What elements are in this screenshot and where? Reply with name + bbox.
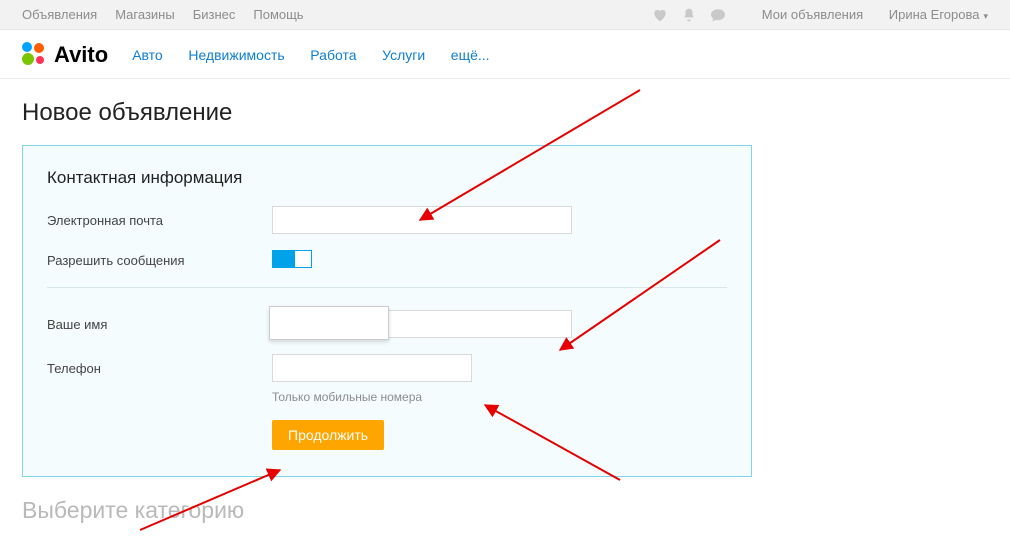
logo[interactable]: Avito bbox=[22, 42, 108, 68]
topnav-user[interactable]: Ирина Егорова▾ bbox=[889, 7, 988, 22]
cat-jobs[interactable]: Работа bbox=[310, 47, 356, 63]
chevron-down-icon: ▾ bbox=[983, 11, 988, 21]
notifications-icon[interactable] bbox=[682, 7, 696, 23]
cat-realty[interactable]: Недвижимость bbox=[188, 47, 284, 63]
cat-auto[interactable]: Авто bbox=[132, 47, 163, 63]
phone-input[interactable] bbox=[272, 354, 472, 382]
header: Avito Авто Недвижимость Работа Услуги ещ… bbox=[0, 30, 1010, 79]
cat-more[interactable]: ещё... bbox=[451, 47, 490, 63]
phone-label: Телефон bbox=[47, 361, 272, 376]
occluder bbox=[269, 306, 389, 340]
favorites-icon[interactable] bbox=[652, 8, 668, 22]
email-label: Электронная почта bbox=[47, 213, 272, 228]
logo-icon bbox=[22, 42, 48, 68]
allow-messages-label: Разрешить сообщения bbox=[47, 253, 272, 268]
topbar: Объявления Магазины Бизнес Помощь Мои об… bbox=[0, 0, 1010, 30]
topnav-ads[interactable]: Объявления bbox=[22, 7, 97, 22]
messages-icon[interactable] bbox=[710, 8, 726, 22]
email-input[interactable] bbox=[272, 206, 572, 234]
section-title: Контактная информация bbox=[47, 168, 727, 188]
allow-messages-toggle[interactable] bbox=[272, 250, 312, 268]
logo-text: Avito bbox=[54, 42, 108, 68]
choose-category-title: Выберите категорию bbox=[0, 477, 1010, 524]
phone-hint: Только мобильные номера bbox=[272, 390, 727, 404]
topnav-help[interactable]: Помощь bbox=[253, 7, 303, 22]
topnav-business[interactable]: Бизнес bbox=[193, 7, 236, 22]
page-title: Новое объявление bbox=[0, 79, 1010, 145]
topnav-my-ads[interactable]: Мои объявления bbox=[762, 7, 863, 22]
name-label: Ваше имя bbox=[47, 317, 272, 332]
topnav-shops[interactable]: Магазины bbox=[115, 7, 175, 22]
divider bbox=[47, 287, 727, 288]
contact-info-panel: Контактная информация Электронная почта … bbox=[22, 145, 752, 477]
cat-services[interactable]: Услуги bbox=[382, 47, 425, 63]
continue-button[interactable]: Продолжить bbox=[272, 420, 384, 450]
